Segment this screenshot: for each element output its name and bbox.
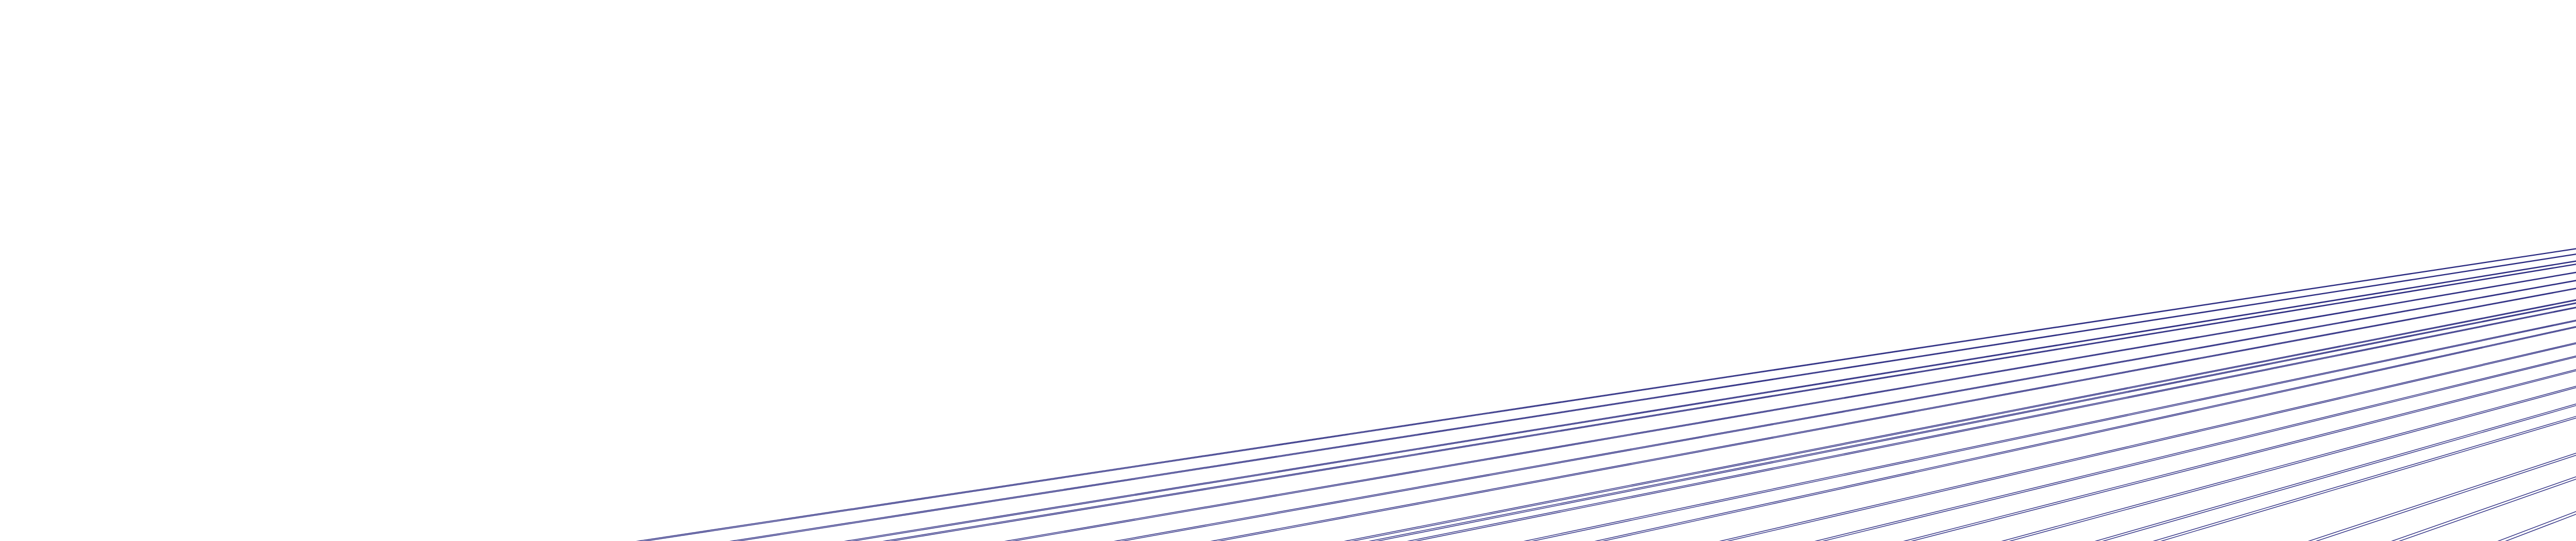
inheritance-edge — [1344, 299, 2576, 541]
inheritance-edge — [1602, 327, 2576, 541]
inheritance-edge — [1814, 355, 2576, 541]
inheritance-edge — [851, 261, 2576, 541]
inheritance-edge — [1368, 302, 2576, 541]
inheritance-edge — [729, 253, 2576, 541]
inheritance-edge — [1407, 307, 2576, 541]
inheritance-edge — [1351, 300, 2576, 541]
inheritance-edge — [2497, 511, 2576, 541]
inheritance-edge — [1210, 288, 2576, 541]
inheritance-edge — [1822, 356, 2576, 541]
inheritance-edge — [2398, 478, 2576, 541]
inheritance-edge — [1012, 272, 2576, 541]
inheritance-edge — [844, 260, 2576, 541]
inheritance-edge — [2001, 386, 2576, 541]
inheritance-edge — [1910, 370, 2576, 541]
inheritance-edge — [1719, 342, 2576, 541]
inheritance-edge — [1727, 343, 2576, 541]
inheritance-edge — [1113, 280, 2576, 541]
inheritance-edges — [635, 118, 2576, 541]
inheritance-edge — [2398, 118, 2576, 541]
inheritance-edge — [1414, 307, 2576, 541]
inheritance-edge — [2549, 118, 2576, 541]
inheritance-edge — [2315, 454, 2576, 541]
uml-class-diagram-canvas: ilMDBase+ $rbac_id+ $obj_id+ $obj_type+ … — [0, 0, 2576, 541]
inheritance-edge — [2307, 452, 2576, 541]
inheritance-edge — [890, 264, 2576, 541]
inheritance-edge — [2152, 416, 2576, 541]
inheritance-edge — [643, 248, 2576, 541]
inheritance-edge — [1531, 320, 2576, 541]
inheritance-edge — [1903, 369, 2576, 541]
inheritance-edge — [2558, 118, 2576, 541]
inheritance-edge — [2407, 118, 2576, 541]
inheritance-edge — [1594, 326, 2576, 541]
inheritance-edge — [1523, 319, 2576, 541]
inheritance-edge — [2009, 387, 2576, 541]
inheritance-edge — [2102, 405, 2576, 541]
inheritance-edge — [882, 264, 2576, 541]
inheritance-edge — [737, 254, 2576, 541]
inheritance-edge — [2505, 514, 2576, 541]
inheritance-edge — [1121, 280, 2576, 541]
inheritance-edge — [2391, 476, 2576, 541]
inheritance-edge — [635, 248, 2576, 541]
inheritance-edge — [1376, 303, 2576, 541]
inheritance-edge — [2160, 418, 2576, 541]
inheritance-edge — [1217, 288, 2576, 541]
inheritance-edge — [1004, 271, 2576, 541]
inheritance-edge — [2094, 403, 2576, 541]
